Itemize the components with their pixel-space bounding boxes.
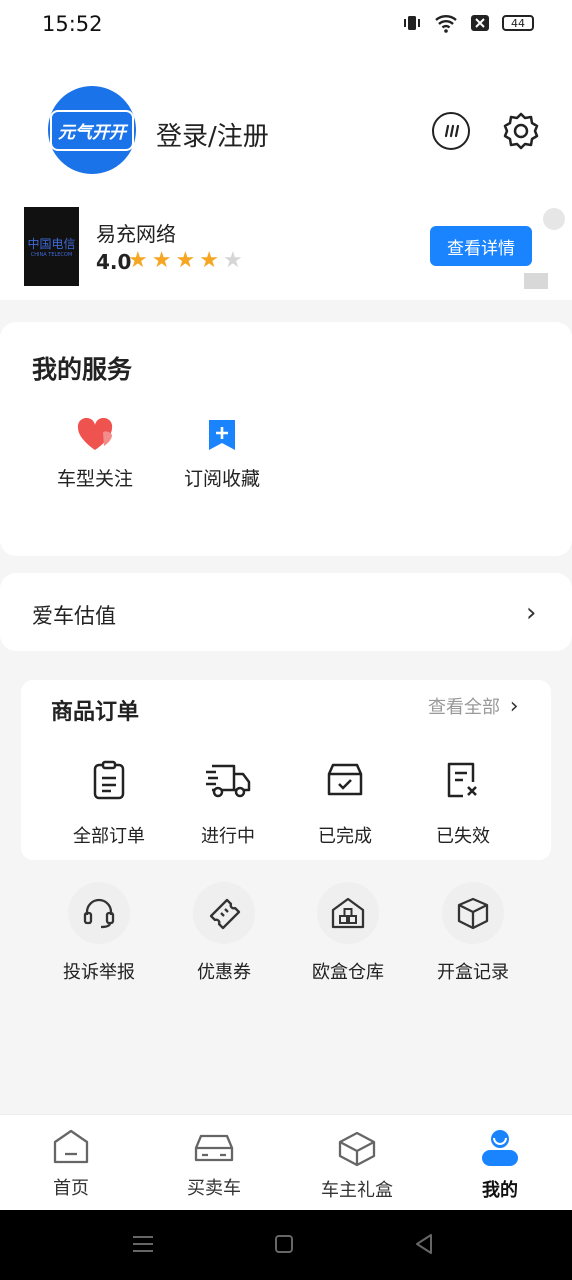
truck-icon — [206, 764, 251, 798]
menu-icon[interactable] — [132, 1234, 154, 1254]
tool-complaint[interactable]: 投诉举报 — [44, 882, 154, 984]
status-time: 15:52 — [42, 12, 103, 36]
chevron-right-icon: › — [509, 694, 519, 719]
tab-label: 我的 — [482, 1180, 518, 1201]
ticket-icon — [209, 898, 241, 930]
tab-buy-sell-car[interactable]: 买卖车 — [159, 1128, 269, 1200]
order-expired[interactable]: 已失效 — [408, 760, 518, 848]
home-icon — [53, 1129, 89, 1164]
no-sim-icon — [471, 15, 489, 31]
tool-label: 投诉举报 — [63, 962, 135, 983]
order-completed[interactable]: 已完成 — [290, 760, 400, 848]
tool-label: 开盒记录 — [437, 962, 509, 983]
tab-label: 首页 — [53, 1178, 89, 1199]
back-icon[interactable] — [414, 1233, 434, 1255]
ad-logo-text: 中国电信 — [27, 237, 76, 251]
app-logo[interactable]: 元气开开 — [48, 86, 136, 174]
ad-badge-icon — [524, 273, 548, 289]
order-label: 已失效 — [436, 826, 490, 847]
ad-rating-stars: ★ ★ ★ ★ ★ — [128, 249, 243, 273]
ad-name: 易充网络 — [96, 222, 176, 246]
user-icon — [482, 1130, 518, 1166]
package-icon — [457, 897, 489, 930]
heart-icon — [77, 418, 113, 450]
tool-coupon[interactable]: 优惠券 — [169, 882, 279, 984]
ad-details-button[interactable]: 查看详情 — [430, 226, 532, 266]
tool-open-records[interactable]: 开盒记录 — [418, 882, 528, 984]
car-icon — [194, 1134, 234, 1162]
document-x-icon — [447, 762, 477, 798]
ad-logo[interactable]: 中国电信 CHINA TELECOM — [24, 207, 79, 286]
star-icon: ★ — [128, 248, 148, 273]
car-estimate-label: 爱车估值 — [32, 604, 116, 628]
chevron-right-icon: › — [526, 598, 537, 628]
bookmark-plus-icon — [209, 420, 235, 450]
tab-gift-box[interactable]: 车主礼盒 — [302, 1128, 412, 1202]
tool-circle — [193, 882, 255, 944]
orders-title: 商品订单 — [51, 700, 140, 725]
tool-warehouse[interactable]: 欧盒仓库 — [293, 882, 403, 984]
tool-label: 欧盒仓库 — [312, 962, 384, 983]
app-logo-text: 元气开开 — [50, 109, 134, 151]
star-empty-icon: ★ — [222, 248, 243, 273]
star-icon: ★ — [151, 248, 172, 273]
order-label: 全部订单 — [73, 826, 145, 847]
home-square-icon[interactable] — [274, 1234, 294, 1254]
order-all[interactable]: 全部订单 — [54, 760, 164, 848]
giftbox-icon — [338, 1131, 376, 1167]
ad-rating: 4.0 — [96, 250, 132, 274]
warehouse-icon — [331, 897, 365, 929]
vibrate-icon — [404, 16, 420, 30]
orders-view-all-label: 查看全部 — [428, 697, 500, 718]
headset-icon — [83, 898, 115, 929]
battery-indicator: 44 — [502, 15, 534, 31]
tool-circle — [68, 882, 130, 944]
box-check-icon — [327, 763, 363, 796]
service-subscriptions[interactable]: 订阅收藏 — [176, 418, 268, 491]
wifi-icon — [435, 15, 457, 33]
settings-gear-icon[interactable] — [500, 110, 542, 152]
tab-label: 车主礼盒 — [321, 1180, 393, 1201]
service-car-follow[interactable]: 车型关注 — [50, 418, 140, 491]
orders-view-all[interactable]: 查看全部 › — [428, 693, 519, 719]
tab-mine[interactable]: 我的 — [445, 1128, 555, 1202]
star-icon: ★ — [199, 248, 219, 273]
login-register-link[interactable]: 登录/注册 — [156, 116, 269, 153]
service-label: 订阅收藏 — [183, 468, 260, 490]
clipboard-icon — [93, 760, 125, 800]
ad-logo-subtext: CHINA TELECOM — [30, 252, 73, 258]
tool-label: 优惠券 — [197, 962, 251, 983]
services-title: 我的服务 — [32, 355, 133, 384]
order-label: 进行中 — [201, 826, 255, 847]
tab-label: 买卖车 — [187, 1178, 241, 1199]
status-icons: 44 — [402, 13, 534, 33]
tab-home[interactable]: 首页 — [16, 1128, 126, 1200]
ad-close-icon[interactable] — [543, 208, 565, 230]
order-label: 已完成 — [318, 826, 372, 847]
service-label: 车型关注 — [56, 468, 133, 490]
order-in-progress[interactable]: 进行中 — [173, 760, 283, 848]
message-icon[interactable] — [432, 112, 470, 150]
tool-circle — [442, 882, 504, 944]
tool-circle — [317, 882, 379, 944]
star-icon: ★ — [175, 248, 196, 273]
